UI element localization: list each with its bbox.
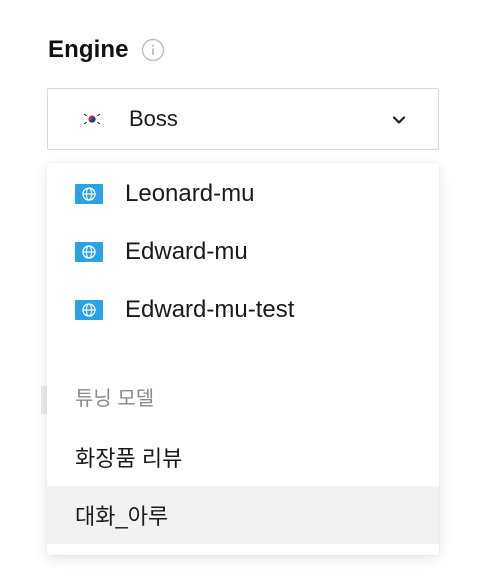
engine-selected-value: Boss bbox=[129, 106, 178, 131]
option-edward-mu[interactable]: Edward-mu bbox=[47, 223, 439, 281]
option-leonard-mu[interactable]: Leonard-mu bbox=[47, 165, 439, 223]
option-label: Edward-mu bbox=[125, 238, 248, 265]
option-label: Leonard-mu bbox=[125, 180, 255, 207]
option-label: 대화_아루 bbox=[75, 504, 169, 529]
engine-label: Engine bbox=[48, 36, 129, 63]
engine-dropdown-menu: Leonard-mu Edward-mu Edward-mu-test 튜닝 모… bbox=[47, 163, 439, 555]
option-edward-mu-test[interactable]: Edward-mu-test bbox=[47, 281, 439, 339]
group-label-tuning-models: 튜닝 모델 bbox=[75, 388, 155, 410]
engine-select[interactable]: Boss bbox=[47, 88, 439, 150]
globe-icon bbox=[75, 300, 103, 320]
chevron-down-icon bbox=[392, 116, 406, 124]
engine-label-row: Engine bbox=[48, 36, 165, 64]
globe-icon bbox=[75, 242, 103, 262]
option-label: Edward-mu-test bbox=[125, 296, 295, 323]
option-cosmetics-review[interactable]: 화장품 리뷰 bbox=[47, 428, 439, 486]
info-icon[interactable] bbox=[141, 38, 165, 62]
option-conversation-aru[interactable]: 대화_아루 bbox=[47, 486, 439, 544]
engine-selector-panel: Engine Boss Leonard-mu Edward-mu Edward-… bbox=[0, 0, 477, 579]
option-label: 화장품 리뷰 bbox=[75, 446, 183, 471]
globe-icon bbox=[75, 184, 103, 204]
korea-flag-icon bbox=[81, 111, 103, 127]
